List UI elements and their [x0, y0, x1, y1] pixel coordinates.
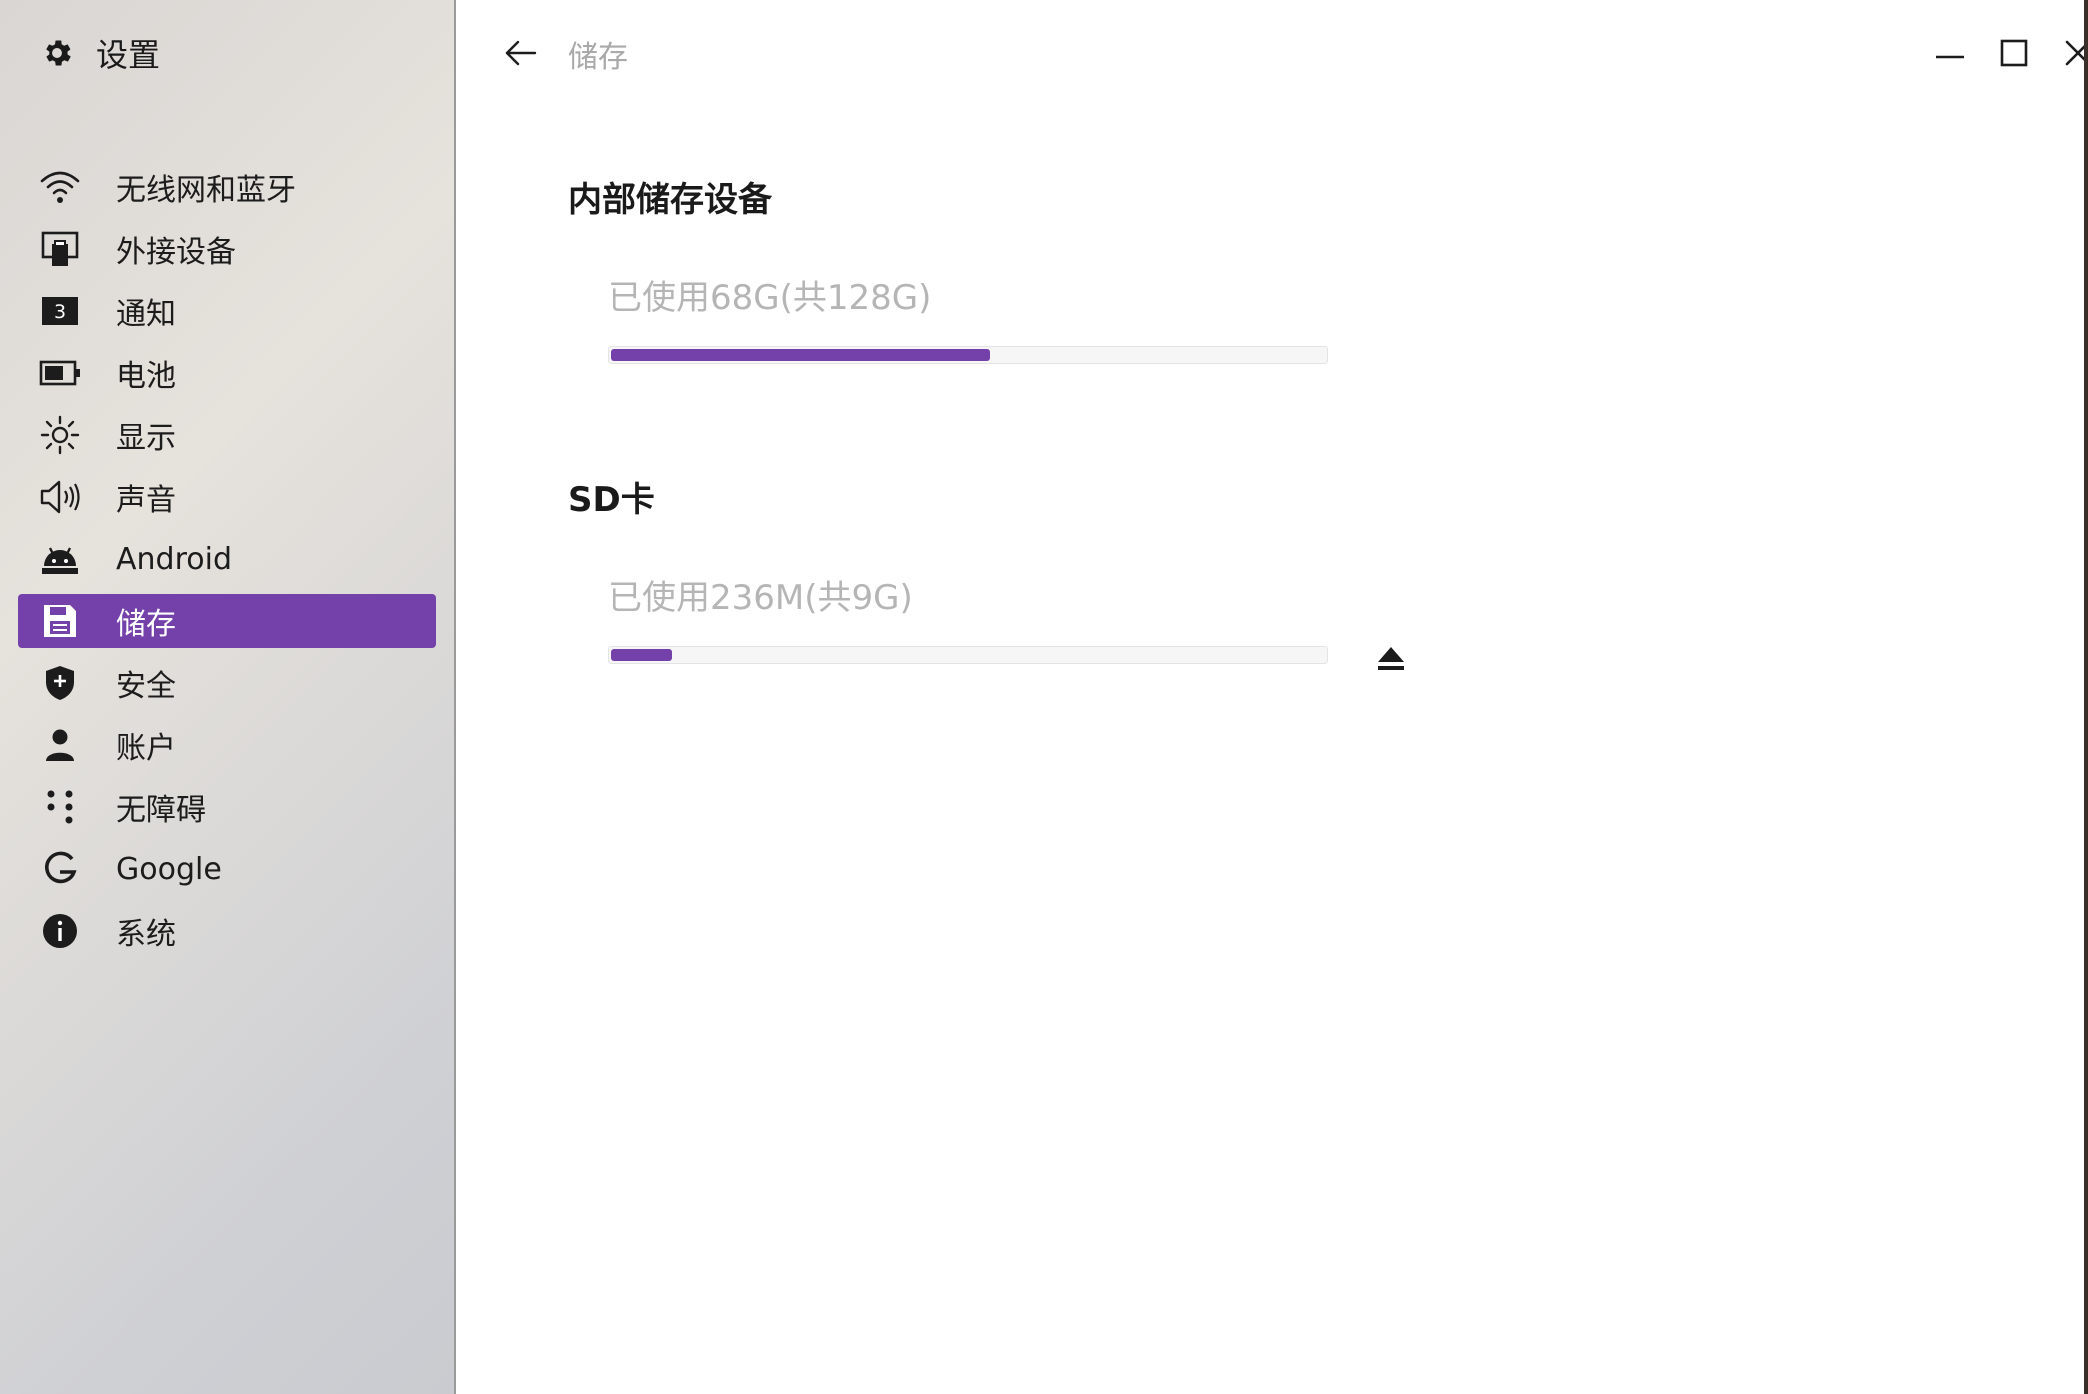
sidebar-item-label: 电池 [116, 359, 176, 394]
minimize-button[interactable] [1926, 30, 1974, 76]
eject-button[interactable] [1374, 642, 1408, 676]
app-title: 设置 [96, 36, 161, 74]
notification-badge-icon: 3 [38, 289, 82, 333]
sidebar-item-google[interactable]: Google [18, 842, 436, 896]
brightness-icon [38, 413, 82, 457]
gear-icon [46, 40, 71, 66]
sidebar-item-label: Google [116, 851, 222, 887]
sidebar-item-label: 安全 [116, 669, 176, 704]
sidebar-item-label: 储存 [116, 607, 176, 642]
person-icon [38, 723, 82, 767]
sd-card-usage: 已使用236M(共9G) [608, 578, 913, 618]
sidebar-item-accounts[interactable]: 账户 [18, 718, 436, 772]
sidebar-item-label: 无障碍 [116, 793, 206, 828]
accessibility-dots-icon [38, 785, 82, 829]
internal-storage-bar-fill [611, 349, 991, 361]
sidebar-item-wireless-bluetooth[interactable]: 无线网和蓝牙 [18, 160, 436, 214]
sidebar-item-label: Android [116, 541, 232, 577]
sd-card-bar-fill [611, 649, 672, 661]
settings-window: 设置 无线网和蓝牙 外接设备 3 通知 电池 显示 声音 Android 储存 … [0, 0, 2084, 1394]
page-title: 储存 [568, 40, 628, 75]
close-button[interactable] [2054, 30, 2084, 76]
sidebar-item-android[interactable]: Android [18, 532, 436, 586]
sidebar-item-battery[interactable]: 电池 [18, 346, 436, 400]
main-panel: 储存 内部储存设备 已使用68G(共128G) SD卡 已使用236M(共9G) [456, 0, 2084, 1394]
android-icon [38, 537, 82, 581]
sidebar-item-notifications[interactable]: 3 通知 [18, 284, 436, 338]
internal-storage-title: 内部储存设备 [568, 180, 772, 220]
maximize-icon [2000, 39, 2028, 67]
battery-icon [38, 351, 82, 395]
info-icon [38, 909, 82, 953]
sidebar: 设置 无线网和蓝牙 外接设备 3 通知 电池 显示 声音 Android 储存 … [0, 0, 456, 1394]
sidebar-item-sound[interactable]: 声音 [18, 470, 436, 524]
close-icon [2065, 40, 2084, 66]
app-header: 设置 [40, 30, 160, 76]
sidebar-item-storage[interactable]: 储存 [18, 594, 436, 648]
sd-card-title: SD卡 [568, 480, 655, 520]
minimize-icon [1936, 55, 1964, 59]
sidebar-nav: 无线网和蓝牙 外接设备 3 通知 电池 显示 声音 Android 储存 安全 … [18, 160, 436, 966]
sidebar-item-security[interactable]: 安全 [18, 656, 436, 710]
notification-count: 3 [54, 301, 66, 323]
speaker-icon [38, 475, 82, 519]
maximize-button[interactable] [1990, 30, 2038, 76]
eject-icon [1378, 647, 1404, 670]
floppy-disk-icon [38, 599, 82, 643]
sidebar-item-label: 声音 [116, 483, 176, 518]
back-button[interactable] [496, 30, 546, 76]
sidebar-item-label: 显示 [116, 421, 176, 456]
sidebar-item-label: 系统 [116, 917, 176, 952]
sidebar-item-external-devices[interactable]: 外接设备 [18, 222, 436, 276]
sidebar-item-accessibility[interactable]: 无障碍 [18, 780, 436, 834]
arrow-left-icon [505, 40, 537, 66]
shield-icon [38, 661, 82, 705]
sidebar-item-label: 外接设备 [116, 235, 236, 270]
sd-card-bar [608, 646, 1328, 664]
internal-storage-usage: 已使用68G(共128G) [608, 278, 932, 318]
wifi-icon [38, 165, 82, 209]
sidebar-item-display[interactable]: 显示 [18, 408, 436, 462]
internal-storage-bar [608, 346, 1328, 364]
sidebar-item-label: 通知 [116, 297, 176, 332]
sidebar-item-system[interactable]: 系统 [18, 904, 436, 958]
google-icon [38, 847, 82, 891]
sidebar-item-label: 账户 [116, 731, 176, 766]
sidebar-item-label: 无线网和蓝牙 [116, 173, 296, 208]
external-device-icon [38, 227, 82, 271]
